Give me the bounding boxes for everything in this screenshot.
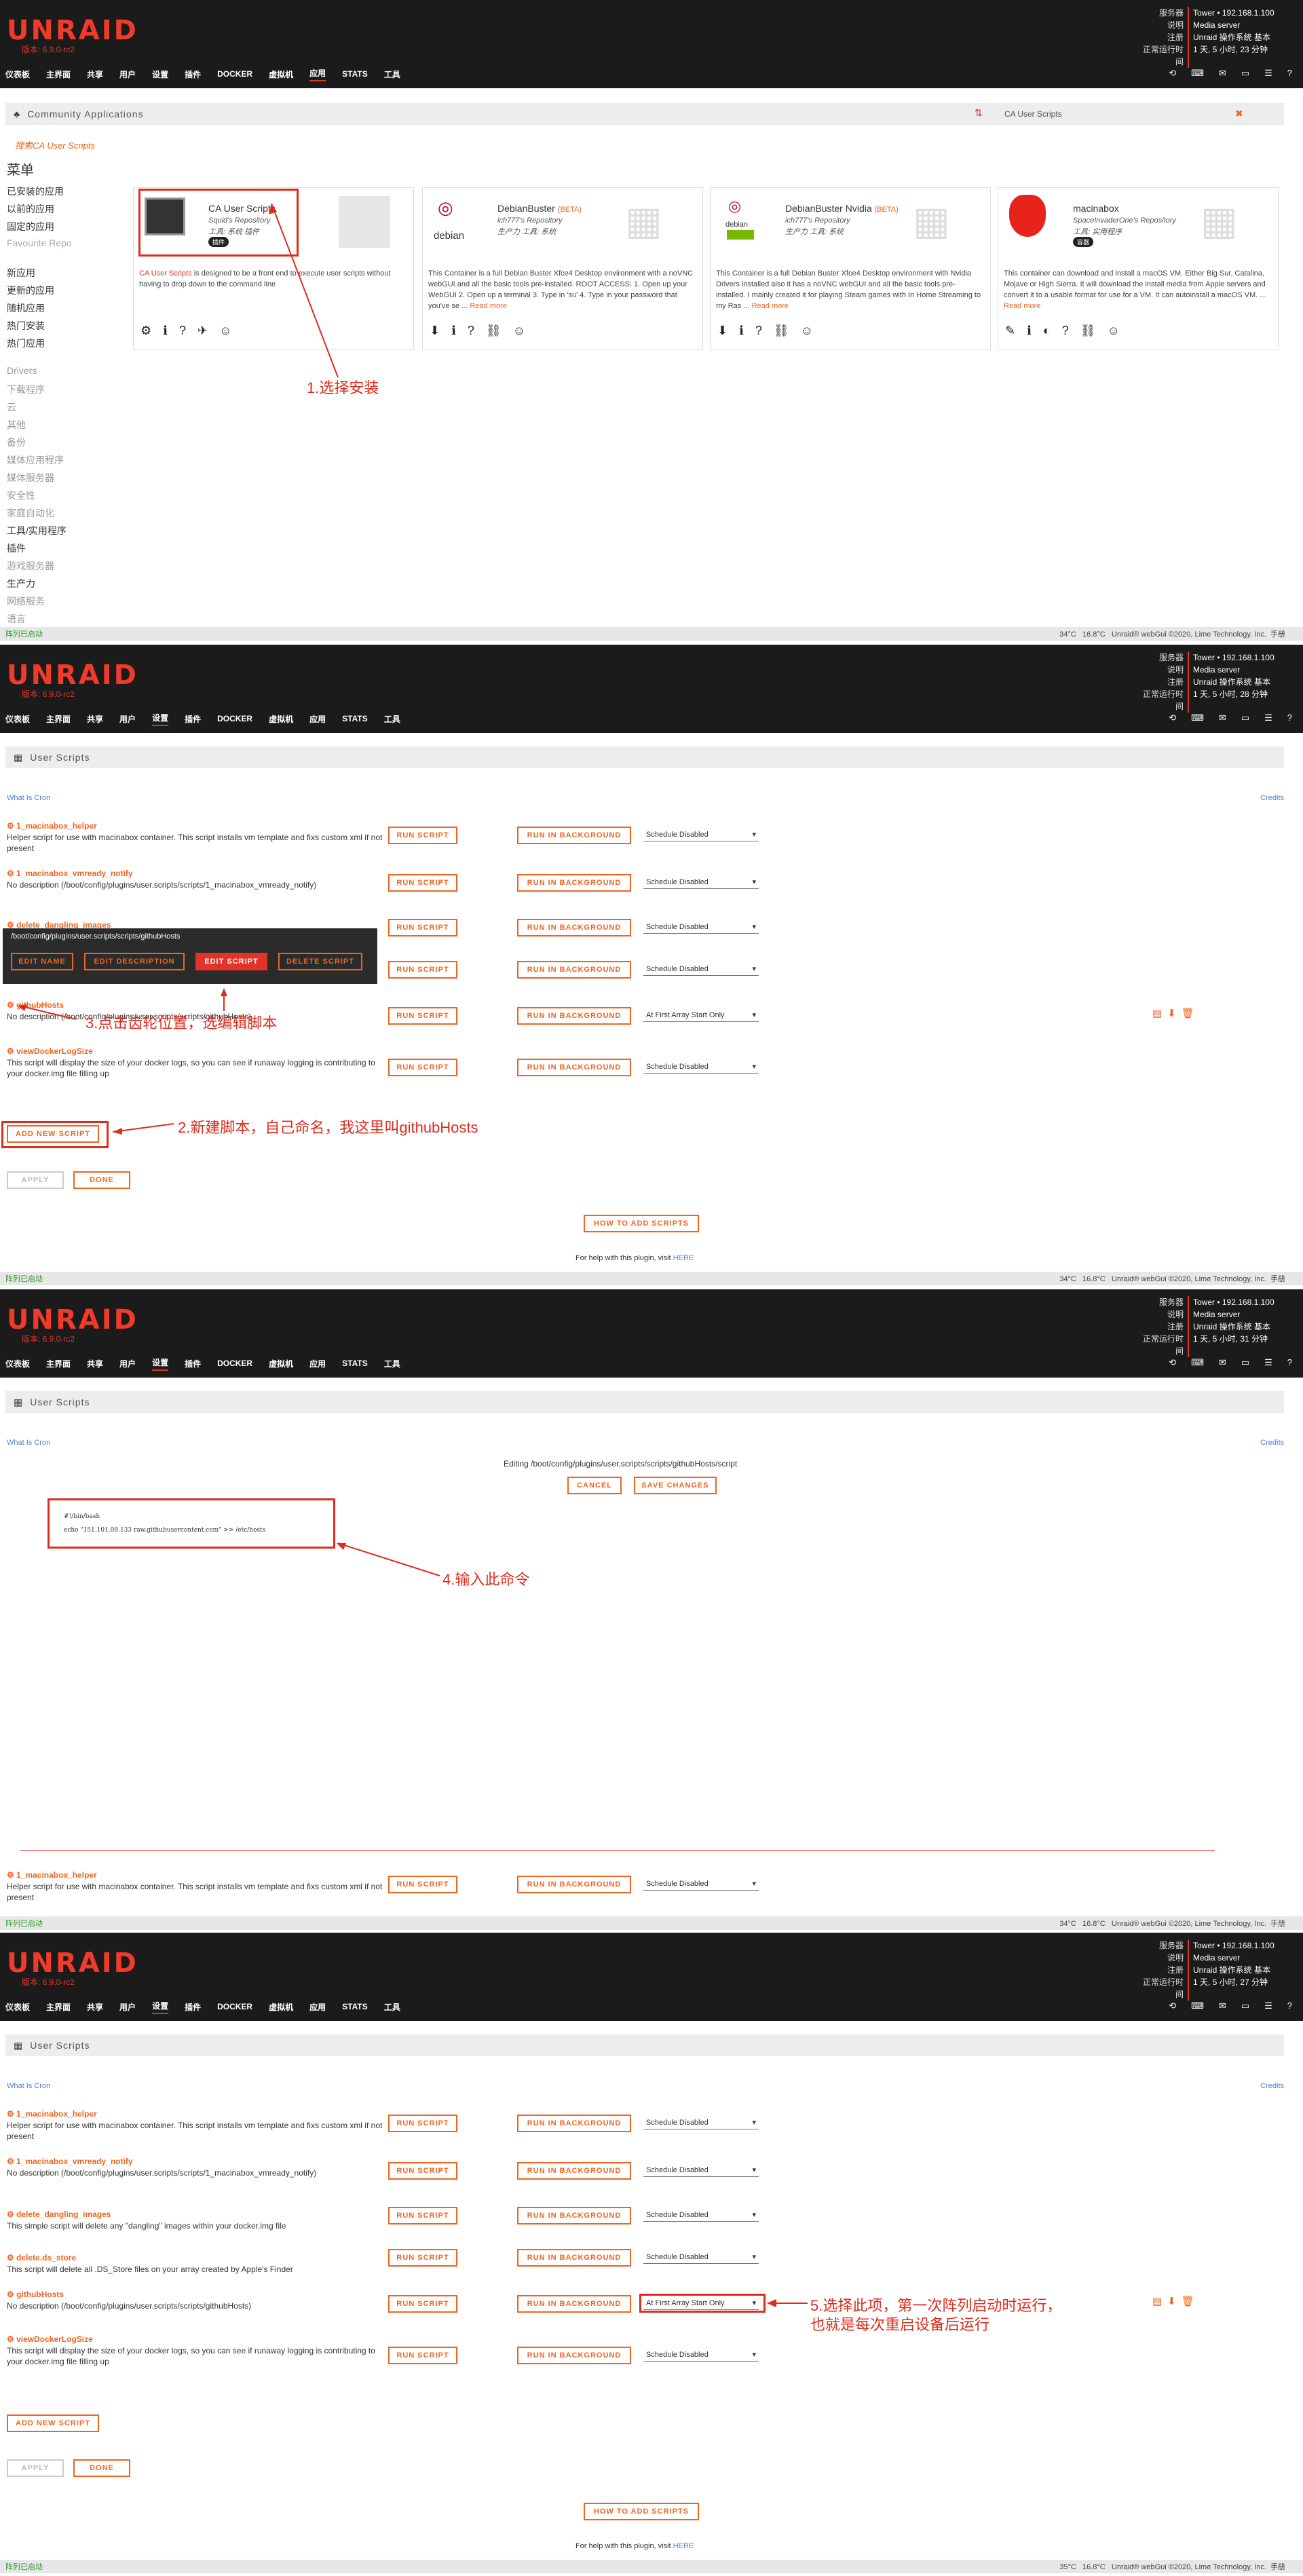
status-bar: 阵列已启动 34°C 16.8°C Unraid® webGui ©2020, L… <box>0 627 1303 641</box>
status-bar: 阵列已启动 34°C 16.8°C Unraid® webGui ©2020, L… <box>0 1272 1303 1285</box>
run-background-button[interactable]: RUN IN BACKGROUND <box>517 1876 631 1893</box>
array-status: 阵列已启动 <box>5 1920 43 1928</box>
script-desc: Helper script for use with macinabox con… <box>7 1882 383 1902</box>
manual-link[interactable]: 手册 <box>1270 1920 1285 1928</box>
run-script-button[interactable]: RUN SCRIPT <box>388 1876 457 1893</box>
annotation-5b: 也就是每次重启设备后运行 <box>810 2316 990 2333</box>
array-status: 阵列已启动 <box>5 2563 43 2571</box>
manual-link[interactable]: 手册 <box>1270 2563 1285 2571</box>
annotation-2: 2.新建脚本，自己命名，我这里叫githubHosts <box>178 1119 478 1136</box>
schedule-select[interactable]: Schedule Disabled ▾ <box>643 1877 759 1891</box>
array-status: 阵列已启动 <box>5 1275 43 1283</box>
divider <box>20 1850 1215 1851</box>
annotation-arrows-2-3 <box>18 988 227 1135</box>
array-status: 阵列已启动 <box>5 630 43 639</box>
status-bar: 阵列已启动 35°C 16.8°C Unraid® webGui ©2020, L… <box>0 2560 1303 2573</box>
manual-link[interactable]: 手册 <box>1270 1275 1285 1283</box>
annotation-arrow-4 <box>337 1542 440 1576</box>
screenshot-user-scripts-list: UNRAID 版本: 6.9.0-rc2 服务器 Tower • 192.168.… <box>0 645 1303 1289</box>
screenshot-schedule: UNRAID 版本: 6.9.0-rc2 服务器 Tower • 192.168.… <box>0 1933 1303 2576</box>
annotation-arrow-5 <box>767 2299 808 2307</box>
screenshot-edit-script: UNRAID 版本: 6.9.0-rc2 服务器 Tower • 192.168.… <box>0 1289 1303 1933</box>
screenshot-ca: UNRAID 版本: 6.9.0-rc2 服务器 Tower • 192.168.… <box>0 0 1303 645</box>
annotation-4: 4.输入此命令 <box>442 1571 530 1588</box>
status-bar: 阵列已启动 34°C 16.8°C Unraid® webGui ©2020, L… <box>0 1916 1303 1930</box>
annotation-arrow-1 <box>269 203 339 378</box>
manual-link[interactable]: 手册 <box>1270 630 1285 639</box>
annotation-1: 1.选择安装 <box>307 379 379 396</box>
script-name[interactable]: 1_macinabox_helper <box>16 1870 97 1880</box>
annotation-3: 3.点击齿轮位置，选编辑脚本 <box>86 1015 278 1031</box>
